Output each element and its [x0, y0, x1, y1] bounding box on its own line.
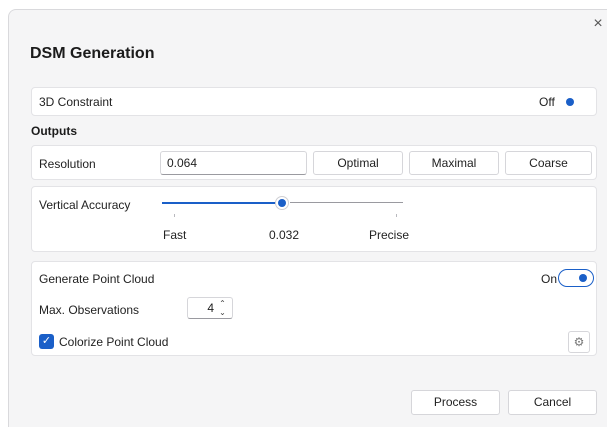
- accuracy-slider-thumb[interactable]: [275, 196, 289, 210]
- slider-min-label: Fast: [163, 228, 187, 242]
- slider-empty-track: [290, 202, 403, 203]
- colorize-checkbox[interactable]: ✓: [39, 334, 54, 349]
- slider-max-label: Precise: [369, 228, 410, 242]
- process-button[interactable]: Process: [411, 390, 500, 415]
- slider-value-label: 0.032: [269, 228, 300, 242]
- slider-tick: [396, 214, 397, 217]
- coarse-button[interactable]: Coarse: [505, 151, 592, 175]
- point-cloud-toggle[interactable]: [558, 269, 594, 287]
- accuracy-card: Vertical Accuracy Fast 0.032 Precise: [31, 186, 597, 252]
- constraint-toggle[interactable]: [557, 93, 593, 111]
- resolution-label: Resolution: [39, 157, 96, 171]
- optimal-button[interactable]: Optimal: [313, 151, 403, 175]
- point-cloud-toggle-label: On: [541, 272, 558, 286]
- constraint-label: 3D Constraint: [39, 95, 113, 109]
- toggle-knob: [579, 273, 587, 282]
- point-cloud-label: Generate Point Cloud: [39, 272, 155, 286]
- constraint-card: 3D Constraint Off: [31, 87, 597, 116]
- point-cloud-card: Generate Point Cloud On Max. Observation…: [31, 261, 597, 356]
- max-observations-value: 4: [207, 301, 214, 315]
- constraint-toggle-label: Off: [539, 95, 555, 109]
- close-icon[interactable]: ×: [591, 16, 605, 32]
- colorize-label: Colorize Point Cloud: [59, 335, 169, 349]
- max-observations-stepper[interactable]: 4 ⌃ ⌄: [187, 297, 233, 319]
- slider-tick: [174, 214, 175, 217]
- gear-icon[interactable]: ⚙: [568, 331, 590, 353]
- slider-filled-track: [162, 202, 277, 204]
- dialog-title: DSM Generation: [30, 45, 155, 62]
- resolution-input[interactable]: 0.064: [160, 151, 307, 175]
- resolution-card: Resolution 0.064 Optimal Maximal Coarse: [31, 145, 597, 180]
- maximal-button[interactable]: Maximal: [409, 151, 499, 175]
- chevron-down-icon[interactable]: ⌄: [218, 309, 227, 317]
- accuracy-label: Vertical Accuracy: [39, 198, 131, 212]
- max-observations-label: Max. Observations: [39, 303, 140, 317]
- outputs-section-title: Outputs: [31, 124, 77, 138]
- chevron-up-icon[interactable]: ⌃: [218, 300, 227, 308]
- toggle-knob: [566, 98, 574, 106]
- cancel-button[interactable]: Cancel: [508, 390, 597, 415]
